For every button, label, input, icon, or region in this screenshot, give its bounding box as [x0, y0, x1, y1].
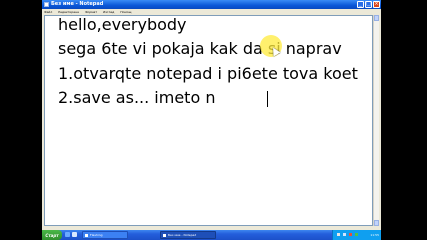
close-button[interactable]: ×: [373, 1, 380, 8]
clock[interactable]: 11:55: [370, 230, 379, 240]
show-desktop-icon[interactable]: [72, 232, 77, 237]
flashing-app-icon: [85, 233, 88, 237]
taskbar-button-notepad[interactable]: Без име - Notepad: [160, 231, 216, 239]
minimize-button[interactable]: _: [357, 1, 364, 8]
taskbar: Старт Flashing Без име - Notepad 11:55: [42, 230, 381, 240]
notepad-icon: [44, 2, 49, 7]
text-editor[interactable]: hello,everybody sega 6te vi pokaja kak d…: [44, 15, 373, 226]
taskbar-button-flashing[interactable]: Flashing: [82, 231, 128, 239]
notepad-window: Без име - Notepad _ □ × Файл Редактиране…: [42, 0, 381, 240]
system-tray: 11:55: [332, 230, 381, 240]
vertical-scrollbar[interactable]: [373, 15, 379, 226]
menu-file[interactable]: Файл: [44, 10, 52, 14]
text-caret: [267, 91, 268, 107]
ie-icon[interactable]: [65, 232, 70, 237]
start-button[interactable]: Старт: [42, 230, 62, 240]
editor-line: sega 6te vi pokaja kak da si naprav: [58, 39, 342, 58]
taskbar-button-label: Flashing: [90, 233, 103, 237]
notepad-icon: [163, 233, 166, 237]
volume-icon[interactable]: [343, 233, 346, 236]
network-icon[interactable]: [337, 233, 340, 236]
security-icon[interactable]: [349, 233, 352, 236]
editor-line: 1.otvarqte notepad i pi6ete tova koet: [58, 64, 358, 83]
menu-view[interactable]: Изглед: [103, 10, 114, 14]
menu-format[interactable]: Формат: [85, 10, 97, 14]
scroll-up-arrow-icon[interactable]: [374, 15, 379, 21]
maximize-button[interactable]: □: [365, 1, 372, 8]
menu-edit[interactable]: Редактиране: [58, 10, 79, 14]
title-bar[interactable]: Без име - Notepad _ □ ×: [42, 0, 381, 9]
menu-help[interactable]: Помощ: [120, 10, 131, 14]
editor-line: 2.save as... imeto n: [58, 88, 216, 107]
taskbar-button-label: Без име - Notepad: [168, 233, 197, 237]
scroll-down-arrow-icon[interactable]: [374, 220, 379, 226]
window-title: Без име - Notepad: [51, 1, 104, 7]
editor-line: hello,everybody: [58, 15, 187, 34]
messenger-icon[interactable]: [355, 233, 358, 236]
